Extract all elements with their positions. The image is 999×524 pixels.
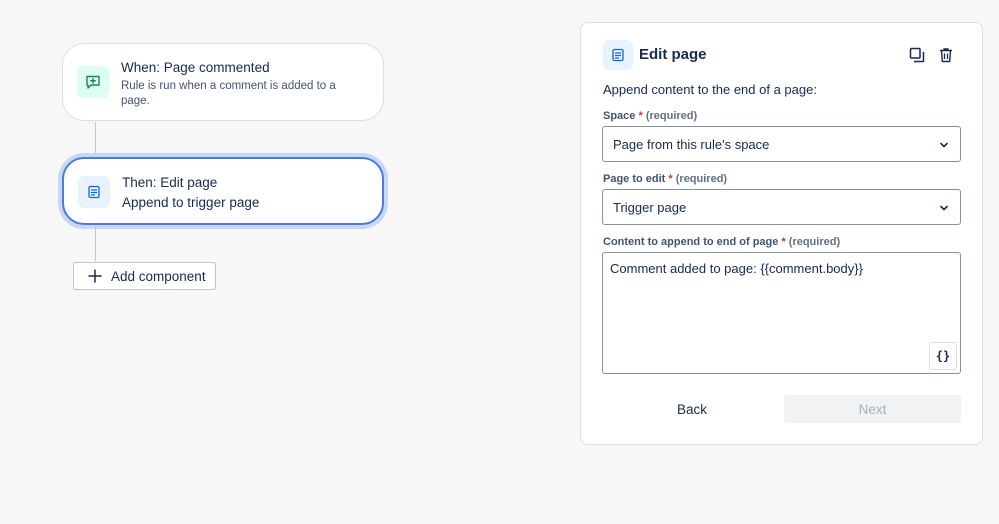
action-subtitle: Append to trigger page xyxy=(122,195,260,210)
trigger-node[interactable]: When: Page commented Rule is run when a … xyxy=(62,43,384,121)
content-value: Comment added to page: {{comment.body}} xyxy=(610,261,863,276)
panel-description: Append content to the end of a page: xyxy=(603,82,817,97)
action-node-edit-page[interactable]: Then: Edit page Append to trigger page xyxy=(62,157,384,225)
comment-add-icon xyxy=(77,66,109,98)
panel-title: Edit page xyxy=(639,46,707,63)
trash-icon xyxy=(940,48,952,63)
smart-value-button[interactable]: {} xyxy=(929,342,957,370)
content-label: Content to append to end of page * (requ… xyxy=(603,236,841,248)
page-select-value: Trigger page xyxy=(613,199,687,215)
trigger-title: When: Page commented xyxy=(121,60,270,75)
copy-icon xyxy=(909,47,925,63)
space-label: Space * (required) xyxy=(603,110,698,122)
delete-button[interactable] xyxy=(935,44,957,66)
chevron-down-icon xyxy=(940,205,948,211)
add-component-button[interactable]: Add component xyxy=(73,262,216,290)
connector-line xyxy=(95,227,96,261)
action-title: Then: Edit page xyxy=(122,175,218,190)
trigger-description: Rule is run when a comment is added to a… xyxy=(121,80,336,107)
page-icon xyxy=(603,40,633,70)
space-select-value: Page from this rule's space xyxy=(613,136,770,152)
chevron-down-icon xyxy=(940,142,948,148)
add-component-label: Add component xyxy=(111,268,206,284)
page-icon xyxy=(78,176,110,208)
space-select[interactable]: Page from this rule's space xyxy=(602,126,961,162)
next-button[interactable]: Next xyxy=(784,395,961,423)
plus-icon xyxy=(88,269,102,283)
back-button[interactable]: Back xyxy=(603,395,781,423)
duplicate-button[interactable] xyxy=(906,44,928,66)
panel-header: Edit page xyxy=(603,40,960,70)
page-to-edit-select[interactable]: Trigger page xyxy=(602,189,961,225)
connector-line xyxy=(95,122,96,156)
automation-canvas: When: Page commented Rule is run when a … xyxy=(0,0,999,524)
edit-page-panel: Edit page Append content to the end of a… xyxy=(580,22,983,445)
page-to-edit-label: Page to edit * (required) xyxy=(603,173,728,185)
content-textarea[interactable]: Comment added to page: {{comment.body}} … xyxy=(602,252,961,374)
